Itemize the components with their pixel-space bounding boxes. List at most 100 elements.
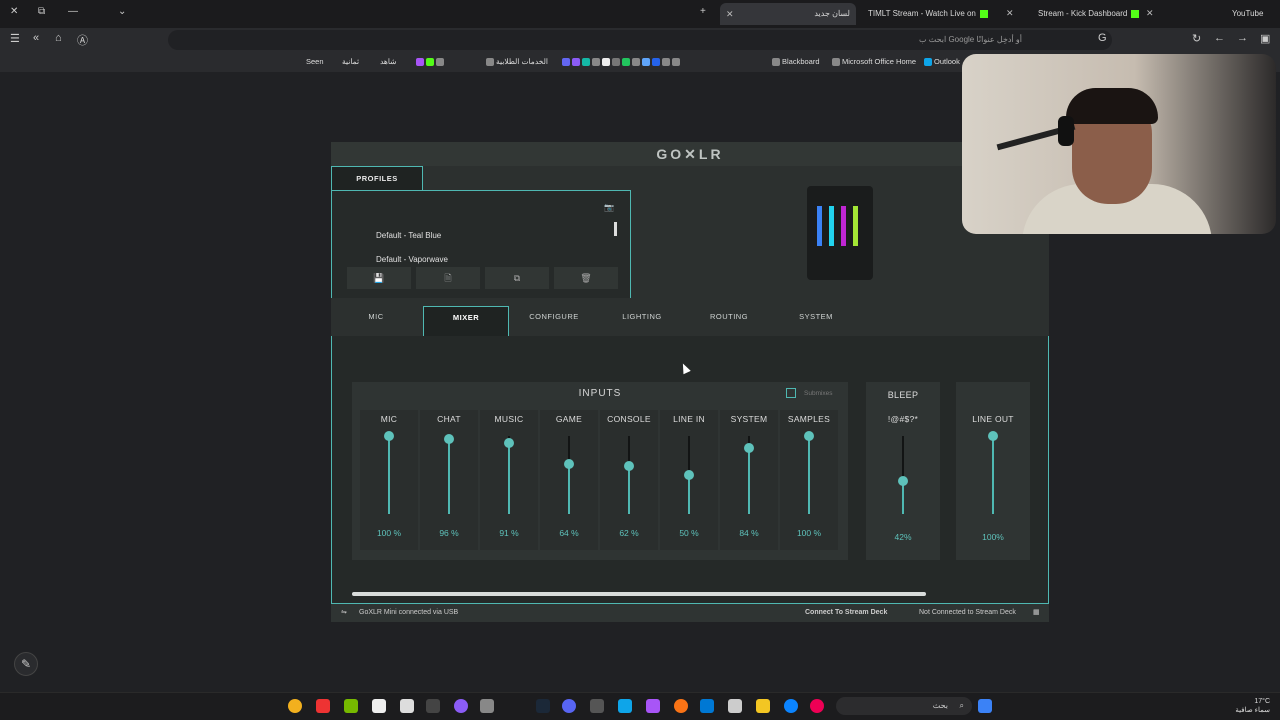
app-icon[interactable] <box>590 699 604 713</box>
line-out-slider[interactable] <box>988 431 998 514</box>
app-icon[interactable] <box>426 699 440 713</box>
weather-widget[interactable]: 17°C سماء صافية <box>1235 697 1270 715</box>
grid-icon[interactable]: ▦ <box>1033 604 1040 622</box>
app-icon[interactable] <box>618 699 632 713</box>
submixes-label: Submixes <box>804 390 833 397</box>
bookmark-shahid[interactable]: شاهد <box>380 57 396 66</box>
tab-routing[interactable]: ROUTING <box>686 306 772 336</box>
bookmark-student-services[interactable]: الخدمات الطلابية <box>486 57 548 67</box>
save-profile-button[interactable]: 💾 <box>347 267 411 289</box>
tab-lighting[interactable]: LIGHTING <box>599 306 685 336</box>
close-icon[interactable]: ✕ <box>1146 8 1154 19</box>
bookmark-label: شاهد <box>380 57 397 66</box>
tab-profiles[interactable]: PROFILES <box>331 166 423 190</box>
menu-icon[interactable]: ☰ <box>10 32 20 45</box>
bookmark-seen[interactable]: Seen <box>306 57 324 66</box>
taskbar-search[interactable]: بحث ⌕ <box>836 697 972 715</box>
volume-slider[interactable] <box>624 436 634 514</box>
volume-slider[interactable] <box>804 431 814 514</box>
tab-kick-dashboard[interactable]: Stream - Kick Dashboard <box>1032 3 1145 25</box>
slider-knob[interactable] <box>444 434 454 445</box>
profile-item[interactable]: Default - Teal Blue <box>376 231 441 240</box>
copy-profile-button[interactable]: ⧉ <box>485 267 549 289</box>
bookmark-icon <box>582 58 590 67</box>
app-icon[interactable] <box>728 699 742 713</box>
connect-stream-deck-button[interactable]: Connect To Stream Deck <box>805 604 887 622</box>
app-icon[interactable] <box>316 699 330 713</box>
volume-slider[interactable] <box>684 436 694 514</box>
bookmark-blackboard[interactable]: Blackboard <box>772 57 820 67</box>
camera-icon[interactable]: 📷 <box>604 203 614 212</box>
forward-icon[interactable]: → <box>1237 32 1248 44</box>
slider-fill <box>992 436 994 514</box>
slider-knob[interactable] <box>898 476 908 487</box>
outlook-icon[interactable] <box>700 699 714 713</box>
avatar-icon[interactable]: Ⓐ <box>77 32 88 48</box>
volume-slider[interactable] <box>444 434 454 514</box>
bookmark-icons[interactable] <box>416 57 446 67</box>
bookmark-icons-2[interactable] <box>562 57 682 67</box>
chevron-down-icon[interactable]: ⌄ <box>118 6 126 17</box>
slider-knob[interactable] <box>504 438 514 449</box>
slider-knob[interactable] <box>564 459 574 470</box>
volume-slider[interactable] <box>504 436 514 514</box>
close-icon[interactable]: ✕ <box>726 3 734 25</box>
slider-knob[interactable] <box>988 431 998 441</box>
tab-mixer[interactable]: MIXER <box>423 306 509 336</box>
sidebar-icon[interactable]: ▣ <box>1260 32 1270 45</box>
minimize-icon[interactable]: — <box>68 6 78 17</box>
slider-knob[interactable] <box>684 470 694 480</box>
reload-icon[interactable]: ↻ <box>1192 32 1201 45</box>
app-icon[interactable] <box>810 699 824 713</box>
volume-slider[interactable] <box>564 436 574 514</box>
channel-strip: SAMPLES 100 % <box>780 410 838 550</box>
chrome-icon[interactable] <box>288 699 302 713</box>
slider-knob[interactable] <box>804 431 814 441</box>
tab-youtube[interactable]: YouTube <box>1226 3 1269 25</box>
scrollbar-thumb[interactable] <box>352 592 926 596</box>
slider-knob[interactable] <box>744 443 754 454</box>
steam-icon[interactable] <box>536 699 550 713</box>
profile-item[interactable]: Default - Vaporwave <box>376 255 448 264</box>
home-icon[interactable]: ⌂ <box>55 32 62 44</box>
volume-slider[interactable] <box>744 436 754 514</box>
tab-label: TIMLT Stream - Watch Live on <box>868 9 976 18</box>
tab-timlt[interactable]: TIMLT Stream - Watch Live on <box>862 3 994 25</box>
app-icon[interactable] <box>372 699 386 713</box>
delete-profile-button[interactable]: 🗑 <box>554 267 618 289</box>
new-profile-button[interactable]: 🗎 <box>416 267 480 289</box>
tab-active[interactable]: ✕ لسان جديد <box>720 3 856 25</box>
close-window-icon[interactable]: ✕ <box>10 6 18 17</box>
tab-system[interactable]: SYSTEM <box>773 306 859 336</box>
app-icon[interactable] <box>454 699 468 713</box>
bookmark-outlook[interactable]: Outlook <box>924 57 960 67</box>
profiles-scrollbar[interactable] <box>614 222 617 236</box>
tab-configure[interactable]: CONFIGURE <box>511 306 597 336</box>
mixer-scrollbar[interactable] <box>352 592 926 596</box>
restore-icon[interactable]: ⧉ <box>38 6 45 17</box>
new-tab-icon[interactable]: + <box>700 6 706 17</box>
volume-slider[interactable] <box>384 431 394 514</box>
file-icon[interactable] <box>400 699 414 713</box>
nvidia-icon[interactable] <box>344 699 358 713</box>
windows-start-icon[interactable] <box>978 699 992 713</box>
gear-icon[interactable] <box>480 699 494 713</box>
tab-mic[interactable]: MIC <box>333 306 419 336</box>
bookmark-thmanyah[interactable]: ثمانية <box>342 57 359 66</box>
submixes-checkbox[interactable] <box>786 388 796 398</box>
weather-desc: سماء صافية <box>1235 707 1270 714</box>
omnibox[interactable]: ابحث ب Google أو أدخِل عنوانًا <box>168 30 1112 50</box>
edge-icon[interactable] <box>784 699 798 713</box>
discord-icon[interactable] <box>562 699 576 713</box>
close-icon[interactable]: ✕ <box>1006 8 1014 19</box>
folder-icon[interactable] <box>756 699 770 713</box>
firefox-icon[interactable] <box>674 699 688 713</box>
slider-knob[interactable] <box>384 431 394 441</box>
collapse-icon[interactable]: « <box>33 32 39 44</box>
app-icon[interactable] <box>646 699 660 713</box>
bleep-slider[interactable] <box>898 436 908 514</box>
bookmark-office[interactable]: Microsoft Office Home <box>832 57 916 67</box>
pen-icon[interactable]: ✎ <box>14 652 38 676</box>
back-icon[interactable]: ← <box>1214 32 1225 44</box>
slider-knob[interactable] <box>624 460 634 471</box>
